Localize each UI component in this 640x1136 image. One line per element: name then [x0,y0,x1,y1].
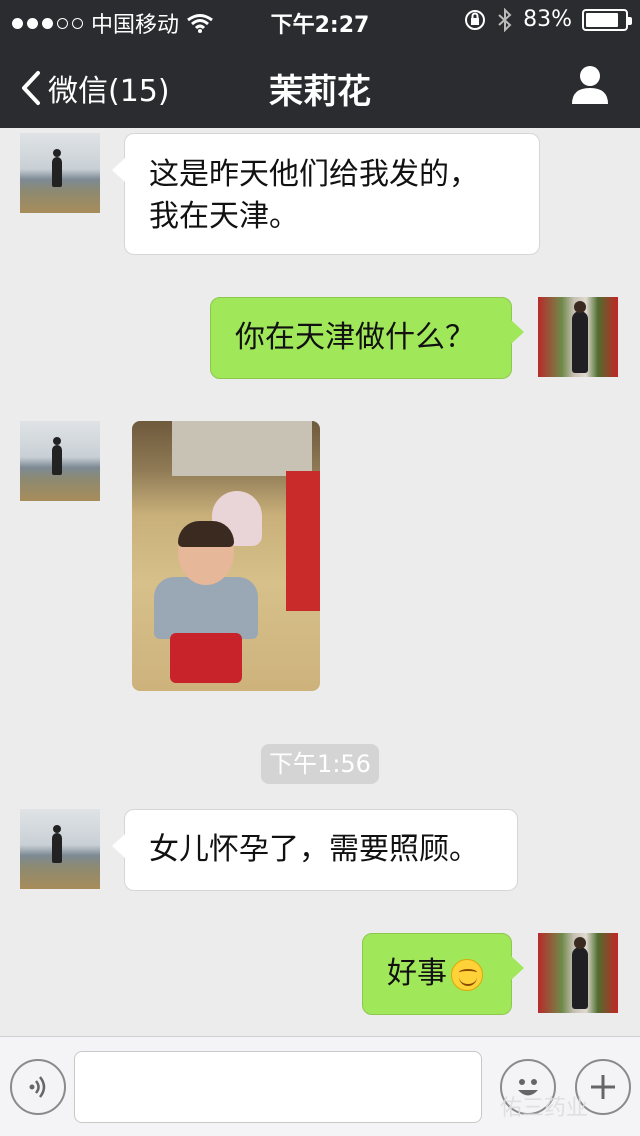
battery-icon [582,8,632,31]
profile-icon[interactable] [570,64,610,104]
contact-avatar[interactable] [20,421,100,501]
message-text-line: 我在天津。 [149,199,299,234]
battery-percent: 83% [523,7,572,32]
message-text: 你在天津做什么？ [235,320,475,355]
nav-bar: 微信(15) 茉莉花 [0,40,640,128]
chat-area[interactable]: 这是昨天他们给我发的， 我在天津。 你在天津做什么？ 下午1:56 女儿怀孕了，… [0,128,640,1036]
contact-avatar[interactable] [20,133,100,213]
voice-button[interactable] [10,1059,66,1115]
image-message[interactable] [132,421,320,691]
lock-rotation-icon [465,9,486,30]
watermark-logo: 佑三药业 [500,1096,589,1121]
message-bubble-incoming[interactable]: 这是昨天他们给我发的， 我在天津。 [112,133,540,255]
my-avatar[interactable] [538,297,618,377]
status-right: 83% [463,7,632,32]
message-bubble-outgoing[interactable]: 你在天津做什么？ [210,297,524,379]
bluetooth-icon [498,7,512,32]
message-bubble-outgoing[interactable]: 好事 [362,933,524,1015]
status-bar: 中国移动 下午2:27 83% [0,0,640,40]
voice-icon [29,1076,46,1098]
timestamp: 下午1:56 [261,744,379,784]
my-avatar[interactable] [538,933,618,1013]
message-text-line: 这是昨天他们给我发的， [149,157,479,192]
plus-icon [591,1075,615,1099]
message-input[interactable] [74,1051,482,1123]
message-text: 好事 [387,956,447,991]
chat-title: 茉莉花 [269,72,371,112]
top-bar: 中国移动 下午2:27 83% 微信(15) 茉莉花 [0,0,640,128]
message-text: 女儿怀孕了，需要照顾。 [149,832,479,867]
contact-avatar[interactable] [20,809,100,889]
smiley-emoji [451,958,483,991]
message-bubble-incoming[interactable]: 女儿怀孕了，需要照顾。 [112,809,518,891]
